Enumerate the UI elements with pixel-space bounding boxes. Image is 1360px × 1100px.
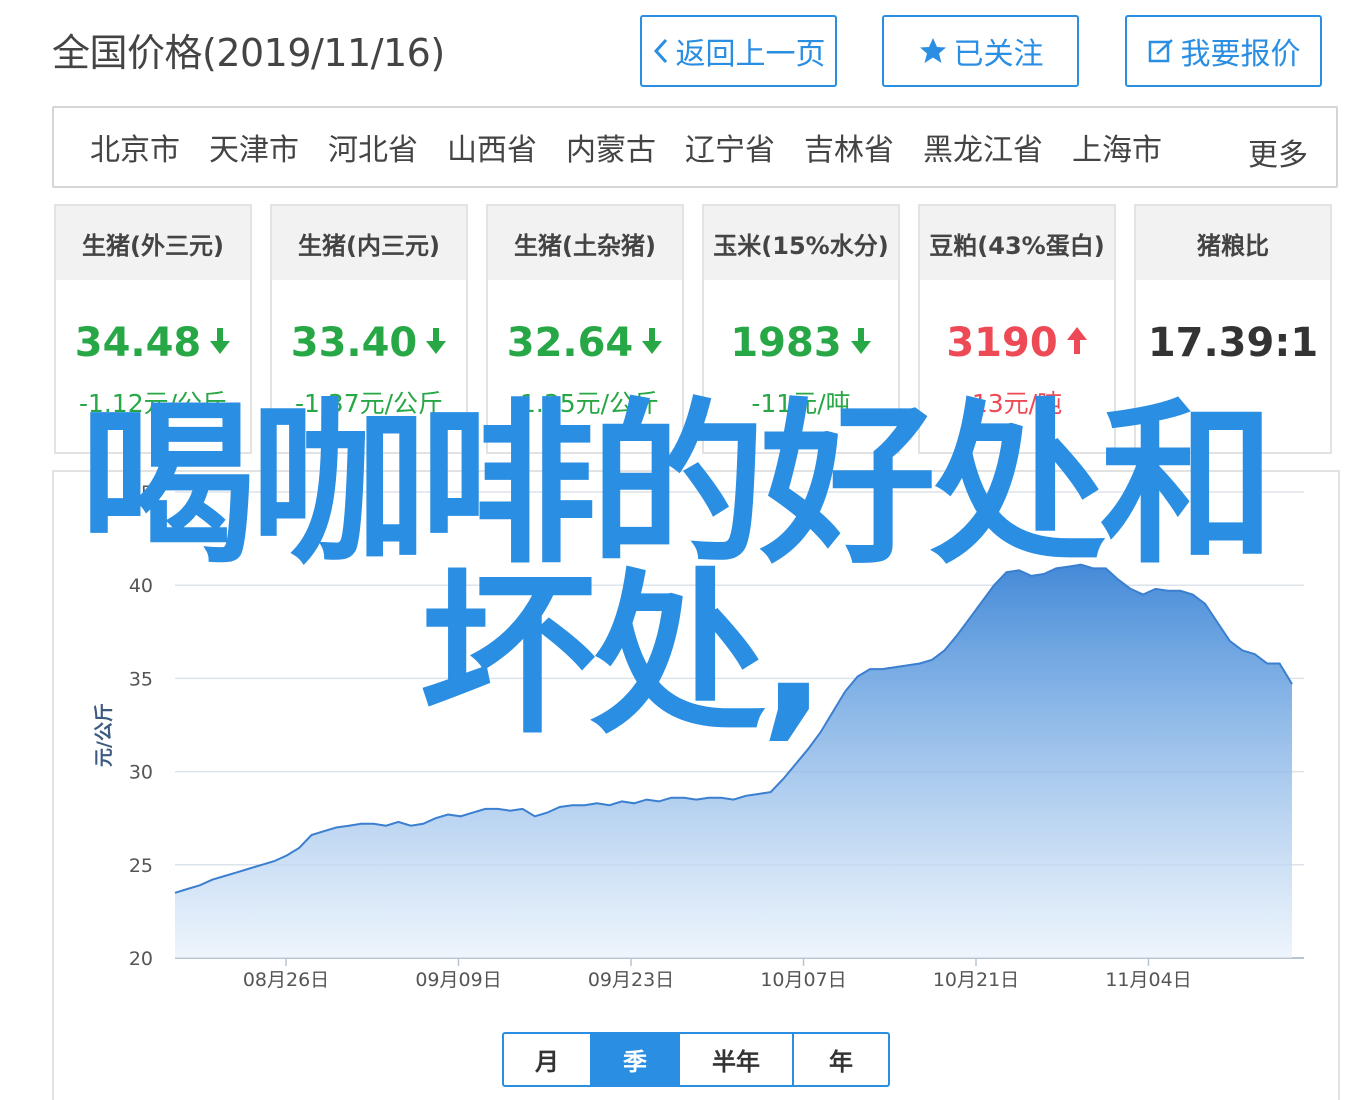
y-tick-label: 40 bbox=[129, 575, 153, 597]
price-card-title: 生猪(外三元) bbox=[56, 206, 250, 280]
price-card-title: 猪粮比 bbox=[1136, 206, 1330, 280]
x-tick-label: 09月09日 bbox=[415, 969, 501, 991]
period-tab-quarter[interactable]: 季 bbox=[592, 1034, 680, 1085]
price-card[interactable]: 猪粮比 17.39:1 bbox=[1134, 204, 1332, 454]
region-item[interactable]: 上海市 bbox=[1072, 125, 1162, 169]
price-trend-chart: 20 25 30 35 40 45 元/公斤 08月26日 09月09日 09月23日 10月07日… bbox=[93, 482, 1304, 991]
price-card-title: 生猪(土杂猪) bbox=[488, 206, 682, 280]
price-card-value-row: 33.40 bbox=[272, 320, 466, 366]
edit-icon bbox=[1147, 37, 1175, 65]
page-title: 全国价格(2019/11/16) bbox=[52, 31, 445, 75]
price-card-value-row: 32.64 bbox=[488, 320, 682, 366]
y-tick-label: 25 bbox=[129, 855, 153, 877]
region-item[interactable]: 吉林省 bbox=[804, 125, 894, 169]
price-card[interactable]: 生猪(内三元) 33.40 -1.37元/公斤 bbox=[270, 204, 468, 454]
price-card-change: -1.35元/公斤 bbox=[510, 389, 660, 418]
region-bar: 北京市 天津市 河北省 山西省 内蒙古 辽宁省 吉林省 黑龙江省 上海市 更多 bbox=[52, 106, 1338, 188]
arrow-down-icon bbox=[850, 320, 872, 366]
price-card-title: 生猪(内三元) bbox=[272, 206, 466, 280]
report-price-label: 我要报价 bbox=[1180, 37, 1301, 72]
chevron-left-icon bbox=[652, 36, 670, 66]
y-tick-label: 30 bbox=[129, 762, 153, 784]
followed-button[interactable]: 已关注 bbox=[882, 15, 1079, 87]
price-card[interactable]: 生猪(外三元) 34.48 -1.12元/公斤 bbox=[54, 204, 252, 454]
period-tab-half-year[interactable]: 半年 bbox=[680, 1034, 794, 1085]
region-more-link[interactable]: 更多 bbox=[1248, 130, 1308, 174]
x-tick-label: 09月23日 bbox=[588, 969, 674, 991]
price-card-value-row: 34.48 bbox=[56, 320, 250, 366]
x-tick-label: 08月26日 bbox=[243, 969, 329, 991]
arrow-down-icon bbox=[641, 320, 663, 366]
price-card-value: 34.48 bbox=[74, 320, 202, 366]
price-card-change: 13元/吨 bbox=[971, 389, 1063, 418]
price-card[interactable]: 生猪(土杂猪) 32.64 -1.35元/公斤 bbox=[486, 204, 684, 454]
price-card-value-row: 17.39:1 bbox=[1136, 320, 1330, 366]
region-item[interactable]: 内蒙古 bbox=[566, 125, 656, 169]
y-tick-label: 35 bbox=[129, 668, 153, 690]
region-item[interactable]: 黑龙江省 bbox=[923, 125, 1043, 169]
chart-panel: 20 25 30 35 40 45 元/公斤 08月26日 09月09日 09月23日 10月07日… bbox=[52, 470, 1340, 1100]
star-icon bbox=[918, 36, 948, 66]
report-price-button[interactable]: 我要报价 bbox=[1125, 15, 1322, 87]
price-card-value-row: 1983 bbox=[704, 320, 898, 366]
price-card-value: 1983 bbox=[730, 320, 842, 366]
price-card-value: 33.40 bbox=[290, 320, 418, 366]
price-card-value: 32.64 bbox=[506, 320, 634, 366]
period-tab-month[interactable]: 月 bbox=[504, 1034, 592, 1085]
x-tick-label: 10月07日 bbox=[760, 969, 846, 991]
price-card-change: -1.12元/公斤 bbox=[78, 389, 228, 418]
price-card-value: 3190 bbox=[946, 320, 1058, 366]
price-card[interactable]: 豆粕(43%蛋白) 3190 13元/吨 bbox=[918, 204, 1116, 454]
series-area bbox=[175, 564, 1292, 958]
period-tab-year[interactable]: 年 bbox=[794, 1034, 888, 1085]
back-button[interactable]: 返回上一页 bbox=[640, 15, 837, 87]
price-card-change: -11元/吨 bbox=[751, 389, 851, 418]
arrow-down-icon bbox=[425, 320, 447, 366]
price-card-change: -1.37元/公斤 bbox=[294, 389, 444, 418]
price-card[interactable]: 玉米(15%水分) 1983 -11元/吨 bbox=[702, 204, 900, 454]
back-button-label: 返回上一页 bbox=[675, 37, 826, 72]
y-tick-label: 20 bbox=[129, 948, 153, 970]
price-card-title: 玉米(15%水分) bbox=[704, 206, 898, 280]
y-tick-label: 45 bbox=[129, 482, 153, 504]
price-card-value-row: 3190 bbox=[920, 320, 1114, 366]
x-tick-label: 11月04日 bbox=[1105, 969, 1191, 991]
x-tick-label: 10月21日 bbox=[933, 969, 1019, 991]
region-item[interactable]: 山西省 bbox=[447, 125, 537, 169]
region-item[interactable]: 辽宁省 bbox=[685, 125, 775, 169]
y-axis-label: 元/公斤 bbox=[93, 703, 115, 767]
period-tab-group: 月 季 半年 年 bbox=[502, 1032, 890, 1087]
arrow-down-icon bbox=[209, 320, 231, 366]
region-item[interactable]: 天津市 bbox=[209, 125, 299, 169]
price-card-value: 17.39:1 bbox=[1147, 320, 1319, 366]
region-item[interactable]: 河北省 bbox=[328, 125, 418, 169]
region-item[interactable]: 北京市 bbox=[90, 125, 180, 169]
followed-button-label: 已关注 bbox=[953, 37, 1044, 72]
price-card-title: 豆粕(43%蛋白) bbox=[920, 206, 1114, 280]
arrow-up-icon bbox=[1066, 320, 1088, 366]
